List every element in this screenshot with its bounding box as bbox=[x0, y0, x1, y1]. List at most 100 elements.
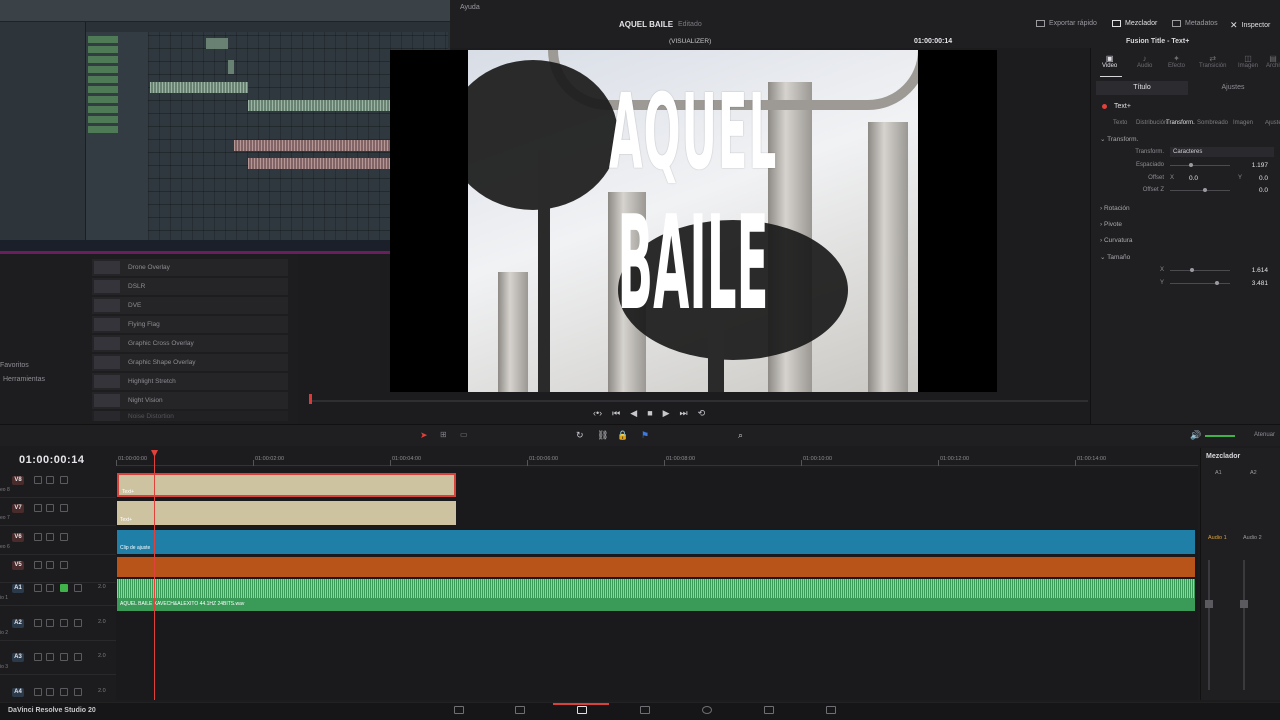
track-id[interactable]: A1 bbox=[12, 584, 24, 593]
auto-select-icon[interactable] bbox=[46, 688, 54, 696]
cut-page-icon[interactable] bbox=[515, 706, 525, 714]
track-header[interactable]: V8 eo 8 bbox=[0, 470, 116, 498]
tab-video[interactable]: ▣ Video bbox=[1102, 54, 1117, 69]
text-clip-v8[interactable]: Text+ bbox=[117, 473, 456, 497]
lock-icon[interactable]: 🔒 bbox=[617, 430, 628, 441]
track-id[interactable]: V5 bbox=[12, 561, 24, 570]
zoom-icon[interactable]: ⌕ bbox=[738, 430, 743, 441]
spacing-slider-knob[interactable] bbox=[1189, 163, 1193, 167]
size-y-slider-knob[interactable] bbox=[1215, 281, 1219, 285]
segment-settings[interactable]: Ajustes bbox=[1190, 81, 1276, 95]
effect-item[interactable]: DVE bbox=[92, 297, 288, 314]
timeline-playhead[interactable] bbox=[154, 452, 155, 700]
effect-item[interactable]: Drone Overlay bbox=[92, 259, 288, 276]
tools-label[interactable]: Herramientas bbox=[3, 376, 45, 383]
metadata-button[interactable]: Metadatos bbox=[1172, 20, 1218, 27]
offset-x-value[interactable]: 0.0 bbox=[1180, 175, 1198, 182]
solo-icon[interactable] bbox=[60, 653, 68, 661]
track-header[interactable]: A3 io 3 2.0 bbox=[0, 647, 116, 675]
track-id[interactable]: V8 bbox=[12, 476, 24, 485]
jog-icon[interactable]: ‹•› bbox=[593, 408, 602, 419]
offset-z-slider-knob[interactable] bbox=[1203, 188, 1207, 192]
track-id[interactable]: A4 bbox=[12, 688, 24, 697]
video-clip-v5[interactable] bbox=[117, 557, 1195, 577]
trim-tool-icon[interactable]: ⊞ bbox=[440, 430, 447, 439]
subtab-image[interactable]: Imagen bbox=[1233, 120, 1253, 126]
tab-effect[interactable]: ✦ Efecto bbox=[1168, 54, 1185, 69]
tab-audio[interactable]: ♪ Audio bbox=[1137, 54, 1152, 69]
size-y-slider[interactable] bbox=[1170, 283, 1230, 284]
auto-select-icon[interactable] bbox=[46, 619, 54, 627]
mute-icon[interactable] bbox=[74, 653, 82, 661]
viewer-mode-dropdown[interactable]: (VISUALIZER) bbox=[669, 38, 711, 45]
lock-icon[interactable] bbox=[34, 504, 42, 512]
menu-help[interactable]: Ayuda bbox=[460, 4, 480, 11]
transform-dropdown[interactable]: Caracteres bbox=[1170, 147, 1274, 157]
offset-z-slider[interactable] bbox=[1170, 190, 1230, 191]
solo-icon[interactable] bbox=[60, 619, 68, 627]
mixer-button[interactable]: Mezclador bbox=[1112, 20, 1157, 27]
size-y-value[interactable]: 3.481 bbox=[1240, 280, 1268, 287]
track-id[interactable]: V7 bbox=[12, 504, 24, 513]
mute-icon[interactable] bbox=[74, 584, 82, 592]
mute-icon[interactable] bbox=[74, 619, 82, 627]
offset-z-value[interactable]: 0.0 bbox=[1240, 187, 1268, 194]
adjustment-clip[interactable]: Clip de ajuste bbox=[117, 530, 1195, 554]
tab-image[interactable]: ◫ Imagen bbox=[1238, 54, 1258, 69]
visibility-icon[interactable] bbox=[60, 476, 68, 484]
fusion-page-icon[interactable] bbox=[640, 706, 650, 714]
fl-studio-window[interactable] bbox=[0, 0, 450, 254]
solo-icon[interactable] bbox=[60, 584, 68, 592]
flag-icon[interactable]: ⚑ bbox=[641, 430, 649, 441]
auto-select-icon[interactable] bbox=[46, 653, 54, 661]
visibility-icon[interactable] bbox=[60, 504, 68, 512]
mute-all-button[interactable]: Atenuar bbox=[1254, 432, 1275, 438]
spacing-slider[interactable] bbox=[1170, 165, 1230, 166]
section-rotation[interactable]: › Rotación bbox=[1100, 205, 1130, 212]
solo-icon[interactable] bbox=[60, 688, 68, 696]
fl-channel-rack[interactable] bbox=[86, 32, 148, 244]
lock-icon[interactable] bbox=[34, 533, 42, 541]
tab-transition[interactable]: ⇄ Transición bbox=[1199, 54, 1226, 69]
section-pivot[interactable]: › Pivote bbox=[1100, 221, 1122, 228]
step-back-icon[interactable]: ◀ bbox=[630, 408, 637, 419]
timeline-timecode[interactable]: 01:00:00:14 bbox=[19, 454, 84, 466]
fairlight-page-icon[interactable] bbox=[764, 706, 774, 714]
spacing-value[interactable]: 1.197 bbox=[1240, 162, 1268, 169]
skip-start-icon[interactable]: ⏮ bbox=[612, 408, 620, 419]
subtab-text[interactable]: Texto bbox=[1113, 120, 1127, 126]
section-transform[interactable]: ⌄ Transform. bbox=[1100, 135, 1138, 143]
blade-tool-icon[interactable]: ▭ bbox=[460, 430, 468, 439]
viewer-scrubber[interactable] bbox=[310, 400, 1088, 402]
link-icon[interactable]: ⛓ bbox=[597, 430, 608, 441]
fl-toolbar[interactable] bbox=[0, 0, 450, 22]
selection-tool-icon[interactable]: ➤ bbox=[420, 430, 428, 441]
favorites-label[interactable]: Favoritos bbox=[0, 362, 29, 369]
visibility-icon[interactable] bbox=[60, 533, 68, 541]
size-x-slider[interactable] bbox=[1170, 270, 1230, 271]
segment-title[interactable]: Título bbox=[1096, 81, 1188, 95]
audio-level-slider[interactable] bbox=[1205, 435, 1235, 437]
effect-item[interactable]: Graphic Shape Overlay bbox=[92, 354, 288, 371]
play-icon[interactable]: ▶ bbox=[663, 408, 670, 419]
visibility-icon[interactable] bbox=[60, 561, 68, 569]
size-x-slider-knob[interactable] bbox=[1190, 268, 1194, 272]
deliver-page-icon[interactable] bbox=[826, 706, 836, 714]
fader-a1[interactable] bbox=[1205, 600, 1213, 608]
color-page-icon[interactable] bbox=[702, 706, 712, 714]
effect-item[interactable]: Flying Flag bbox=[92, 316, 288, 333]
auto-select-icon[interactable] bbox=[46, 533, 54, 541]
subtab-layout[interactable]: Distribución bbox=[1136, 120, 1167, 126]
track-header[interactable]: V7 eo 7 bbox=[0, 498, 116, 526]
lock-icon[interactable] bbox=[34, 476, 42, 484]
effect-item[interactable]: DSLR bbox=[92, 278, 288, 295]
quick-export-button[interactable]: Exportar rápido bbox=[1036, 20, 1097, 27]
media-page-icon[interactable] bbox=[454, 706, 464, 714]
stop-icon[interactable]: ■ bbox=[647, 408, 652, 419]
tab-file[interactable]: ▤ Archivo bbox=[1266, 54, 1280, 69]
section-size[interactable]: ⌄ Tamaño bbox=[1100, 253, 1130, 261]
track-id[interactable]: V6 bbox=[12, 533, 24, 542]
skip-end-icon[interactable]: ⏭ bbox=[680, 408, 688, 419]
snapping-icon[interactable]: ↻ bbox=[576, 430, 584, 441]
track-id[interactable]: A2 bbox=[12, 619, 24, 628]
